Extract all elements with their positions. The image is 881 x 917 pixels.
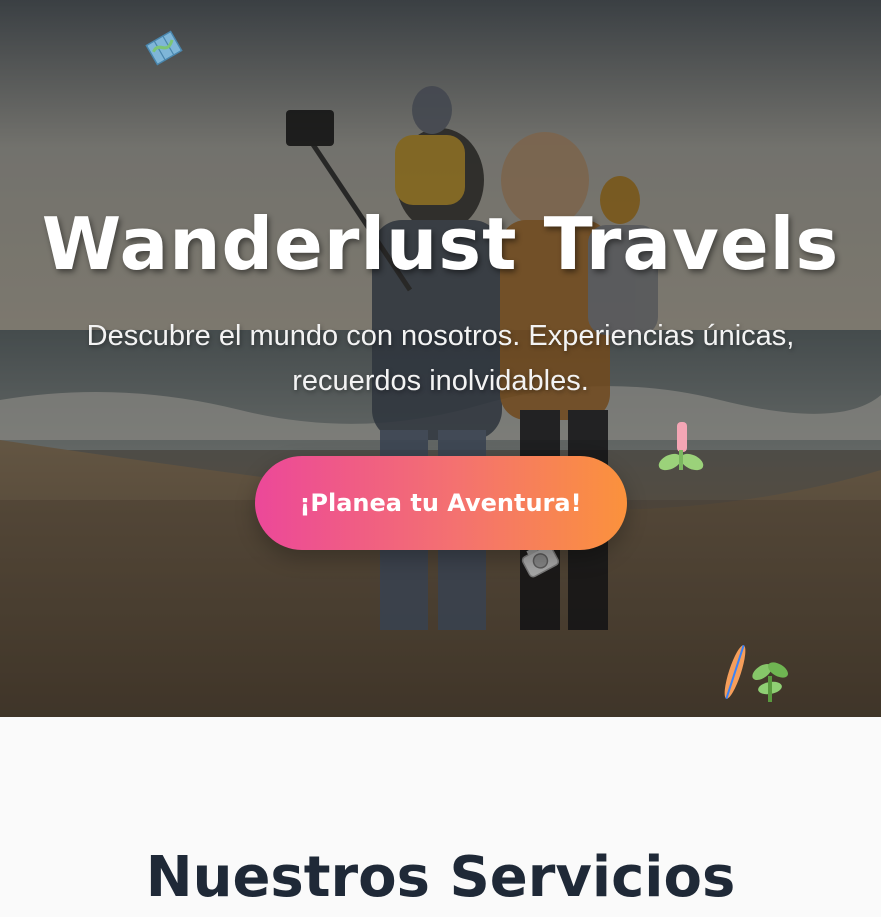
plant-icon [752, 662, 788, 702]
plan-adventure-button[interactable]: ¡Planea tu Aventura! [254, 456, 627, 551]
services-section: Nuestros Servicios [0, 717, 881, 917]
surfboard-icon [724, 645, 746, 699]
hero-section: Wanderlust Travels Descubre el mundo con… [0, 0, 881, 717]
services-heading: Nuestros Servicios [145, 845, 736, 910]
hero-title: Wanderlust Travels [41, 202, 840, 286]
hero-subtitle: Descubre el mundo con nosotros. Experien… [86, 320, 795, 398]
hero-content: Wanderlust Travels Descubre el mundo con… [0, 202, 881, 551]
map-icon [145, 30, 183, 66]
